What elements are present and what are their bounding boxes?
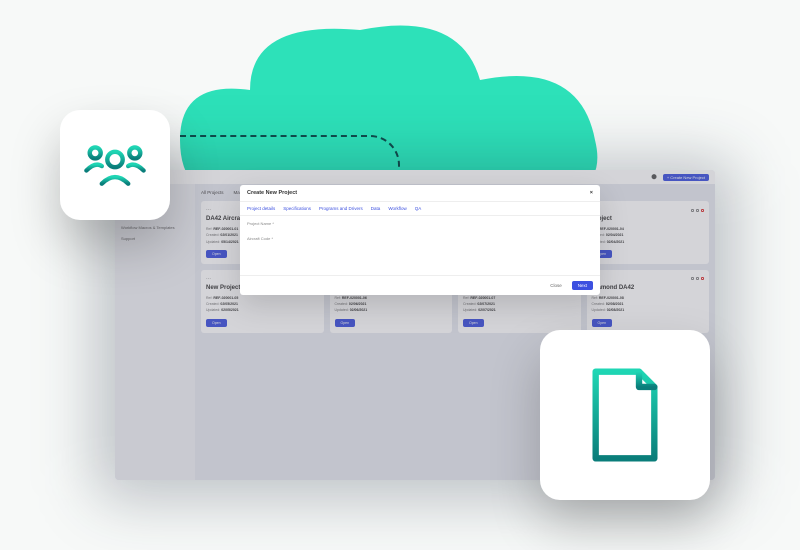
open-button[interactable]: Open (206, 250, 227, 258)
next-button[interactable]: Next (572, 281, 593, 290)
modal-title: Create New Project (247, 190, 297, 196)
card-meta: Ref: REF-020001-05Created: 02/05/2021Upd… (206, 295, 319, 314)
card-meta: Ref: REF-020001-04Created: 02/04/2021Upd… (592, 226, 705, 245)
sidebar-item-workflow-macros[interactable]: Workflow Macros & Templates (119, 223, 191, 232)
tab-all-projects[interactable]: All Projects (201, 190, 224, 195)
modal-tab-data[interactable]: Data (371, 206, 381, 211)
card-meta: Ref: REF-020001-08Created: 02/08/2021Upd… (592, 295, 705, 314)
people-tile (60, 110, 170, 220)
open-button[interactable]: Open (335, 319, 356, 327)
card-title: Project (592, 216, 705, 222)
sidebar: Projects Data Browser Program Online Wor… (115, 184, 195, 480)
aircraft-code-field-label[interactable]: Aircraft Code * (247, 236, 593, 241)
create-project-modal: Create New Project × Project details Spe… (240, 185, 600, 295)
topbar-user: ⬤ (651, 174, 657, 180)
modal-tab-specs[interactable]: Specifications (283, 206, 311, 211)
modal-tab-details[interactable]: Project details (247, 206, 275, 211)
open-button[interactable]: Open (463, 319, 484, 327)
open-button[interactable]: Open (592, 319, 613, 327)
project-card[interactable]: ⋯Diamond DA42Ref: REF-020001-08Created: … (587, 270, 710, 333)
create-project-button[interactable]: + Create New Project (663, 174, 709, 181)
modal-tabs: Project details Specifications Programs … (240, 202, 600, 216)
close-icon[interactable]: × (590, 190, 593, 196)
modal-tab-qa[interactable]: QA (415, 206, 422, 211)
modal-tab-workflow[interactable]: Workflow (388, 206, 406, 211)
modal-tab-programs[interactable]: Programs and Drivers (319, 206, 363, 211)
card-meta: Ref: REF-020001-07Created: 02/07/2021Upd… (463, 295, 576, 314)
card-meta: Ref: REF-020001-06Created: 02/06/2021Upd… (335, 295, 448, 314)
project-card[interactable]: ⋯ProjectRef: REF-020001-04Created: 02/04… (587, 201, 710, 264)
app-topbar: ⬤ + Create New Project (115, 170, 715, 184)
close-button[interactable]: Close (546, 281, 566, 290)
document-icon (574, 364, 676, 466)
open-button[interactable]: Open (206, 319, 227, 327)
project-name-field-label[interactable]: Project Name * (247, 221, 593, 226)
document-tile (540, 330, 710, 500)
sidebar-item-support[interactable]: Support (119, 234, 191, 243)
people-group-icon (82, 132, 148, 198)
card-title: Diamond DA42 (592, 285, 705, 291)
